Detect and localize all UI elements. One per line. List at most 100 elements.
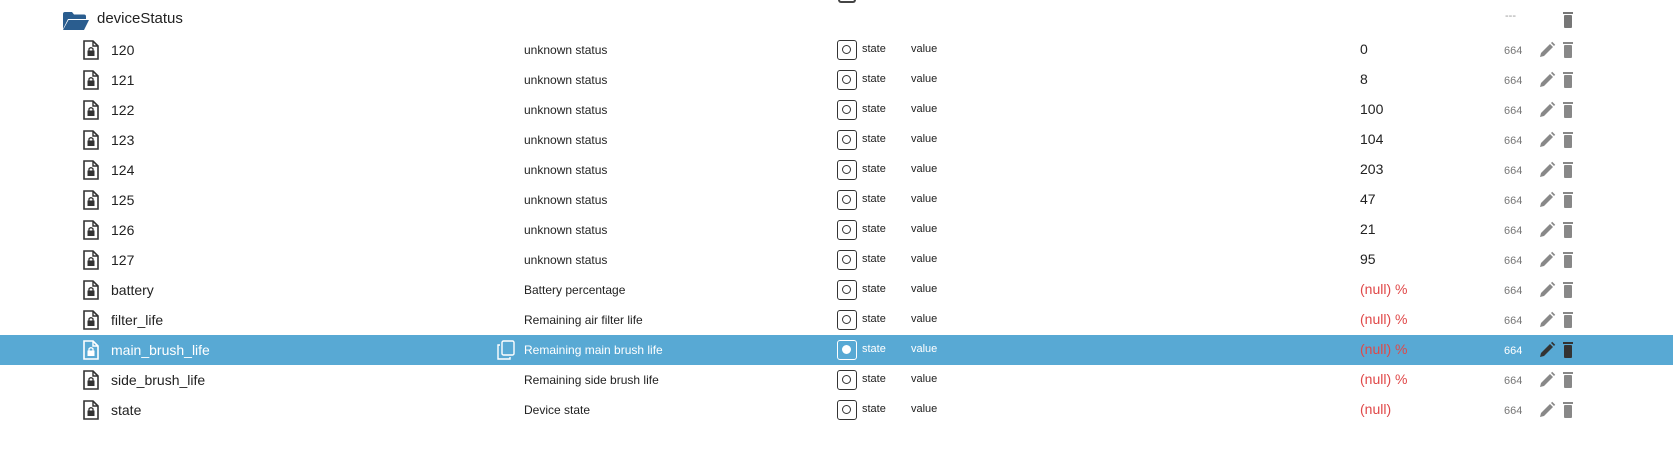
row-role: state <box>862 313 886 325</box>
row-description: Remaining main brush life <box>524 343 663 357</box>
row-value[interactable]: 95 <box>1360 251 1376 267</box>
state-circle-icon <box>837 160 857 180</box>
row-type: value <box>911 223 938 235</box>
file-lock-icon <box>83 100 99 120</box>
row-value[interactable]: (null) % <box>1360 341 1407 357</box>
table-row[interactable]: 121 unknown status state value 8 664 <box>0 65 1673 95</box>
table-row[interactable]: main_brush_life Remaining main brush lif… <box>0 335 1673 365</box>
folder-open-icon[interactable] <box>62 11 90 31</box>
pencil-icon[interactable] <box>1538 161 1556 179</box>
file-lock-icon <box>83 310 99 330</box>
row-name: 126 <box>111 222 135 238</box>
pencil-icon[interactable] <box>1538 41 1556 59</box>
row-value[interactable]: (null) <box>1360 401 1391 417</box>
trash-icon[interactable] <box>1562 311 1573 329</box>
row-acl: 664 <box>1504 405 1523 417</box>
row-acl: 664 <box>1504 75 1523 87</box>
file-lock-icon <box>83 40 99 60</box>
row-description: unknown status <box>524 43 608 57</box>
table-row[interactable]: side_brush_life Remaining side brush lif… <box>0 365 1673 395</box>
row-acl: 664 <box>1504 225 1523 237</box>
state-circle-icon <box>837 340 857 360</box>
row-acl: 664 <box>1504 315 1523 327</box>
trash-icon[interactable] <box>1562 251 1573 269</box>
trash-icon[interactable] <box>1562 71 1573 89</box>
pencil-icon[interactable] <box>1538 251 1556 269</box>
table-row[interactable]: 127 unknown status state value 95 664 <box>0 245 1673 275</box>
row-role: state <box>862 103 886 115</box>
row-type: value <box>911 193 938 205</box>
row-role: state <box>862 223 886 235</box>
table-row[interactable]: 120 unknown status state value 0 664 <box>0 35 1673 65</box>
row-value[interactable]: 47 <box>1360 191 1376 207</box>
row-value[interactable]: (null) % <box>1360 371 1407 387</box>
row-type: value <box>911 103 938 115</box>
table-row[interactable]: state Device state state value (null) 66… <box>0 395 1673 425</box>
row-acl: 664 <box>1504 345 1523 357</box>
table-row[interactable]: filter_life Remaining air filter life st… <box>0 305 1673 335</box>
folder-name: deviceStatus <box>97 10 183 27</box>
row-description: unknown status <box>524 103 608 117</box>
row-description: unknown status <box>524 223 608 237</box>
trash-icon[interactable] <box>1562 41 1573 59</box>
trash-icon[interactable] <box>1562 191 1573 209</box>
row-name: 124 <box>111 162 135 178</box>
state-circle-icon <box>837 190 857 210</box>
row-type: value <box>911 403 938 415</box>
copy-icon[interactable] <box>497 340 515 360</box>
row-name: 121 <box>111 72 135 88</box>
pencil-icon[interactable] <box>1538 281 1556 299</box>
pencil-icon[interactable] <box>1538 221 1556 239</box>
table-row[interactable]: battery Battery percentage state value (… <box>0 275 1673 305</box>
row-value[interactable]: 8 <box>1360 71 1368 87</box>
trash-icon[interactable] <box>1562 131 1573 149</box>
state-circle-icon <box>837 70 857 90</box>
row-value[interactable]: 0 <box>1360 41 1368 57</box>
row-acl: 664 <box>1504 45 1523 57</box>
file-lock-icon <box>83 250 99 270</box>
trash-icon[interactable] <box>1562 161 1573 179</box>
row-value[interactable]: 100 <box>1360 101 1383 117</box>
trash-icon[interactable] <box>1562 341 1573 359</box>
row-value[interactable]: 21 <box>1360 221 1376 237</box>
row-description: unknown status <box>524 163 608 177</box>
row-value[interactable]: 104 <box>1360 131 1383 147</box>
row-role: state <box>862 43 886 55</box>
row-name: battery <box>111 282 154 298</box>
pencil-icon[interactable] <box>1538 401 1556 419</box>
table-row[interactable]: 125 unknown status state value 47 664 <box>0 185 1673 215</box>
trash-icon[interactable] <box>1562 281 1573 299</box>
pencil-icon[interactable] <box>1538 101 1556 119</box>
row-acl: 664 <box>1504 255 1523 267</box>
trash-icon[interactable] <box>1562 401 1573 419</box>
folder-acl: --- <box>1505 10 1516 22</box>
row-type: value <box>911 133 938 145</box>
pencil-icon[interactable] <box>1538 371 1556 389</box>
row-value[interactable]: 203 <box>1360 161 1383 177</box>
row-role: state <box>862 403 886 415</box>
state-circle-icon <box>837 100 857 120</box>
state-circle-icon <box>837 250 857 270</box>
table-row[interactable]: 123 unknown status state value 104 664 <box>0 125 1673 155</box>
pencil-icon[interactable] <box>1538 71 1556 89</box>
trash-icon[interactable] <box>1562 221 1573 239</box>
row-value[interactable]: (null) % <box>1360 281 1407 297</box>
pencil-icon[interactable] <box>1538 341 1556 359</box>
trash-icon[interactable] <box>1562 101 1573 119</box>
row-name: main_brush_life <box>111 342 210 358</box>
row-value[interactable]: (null) % <box>1360 311 1407 327</box>
row-description: unknown status <box>524 73 608 87</box>
trash-icon[interactable] <box>1562 371 1573 389</box>
file-lock-icon <box>83 280 99 300</box>
pencil-icon[interactable] <box>1538 191 1556 209</box>
table-row[interactable]: 126 unknown status state value 21 664 <box>0 215 1673 245</box>
trash-icon[interactable] <box>1562 11 1573 29</box>
pencil-icon[interactable] <box>1538 131 1556 149</box>
row-role: state <box>862 133 886 145</box>
table-row[interactable]: 124 unknown status state value 203 664 <box>0 155 1673 185</box>
folder-row-devicestatus[interactable]: deviceStatus --- <box>0 5 1673 35</box>
row-acl: 664 <box>1504 165 1523 177</box>
file-lock-icon <box>83 220 99 240</box>
pencil-icon[interactable] <box>1538 311 1556 329</box>
table-row[interactable]: 122 unknown status state value 100 664 <box>0 95 1673 125</box>
